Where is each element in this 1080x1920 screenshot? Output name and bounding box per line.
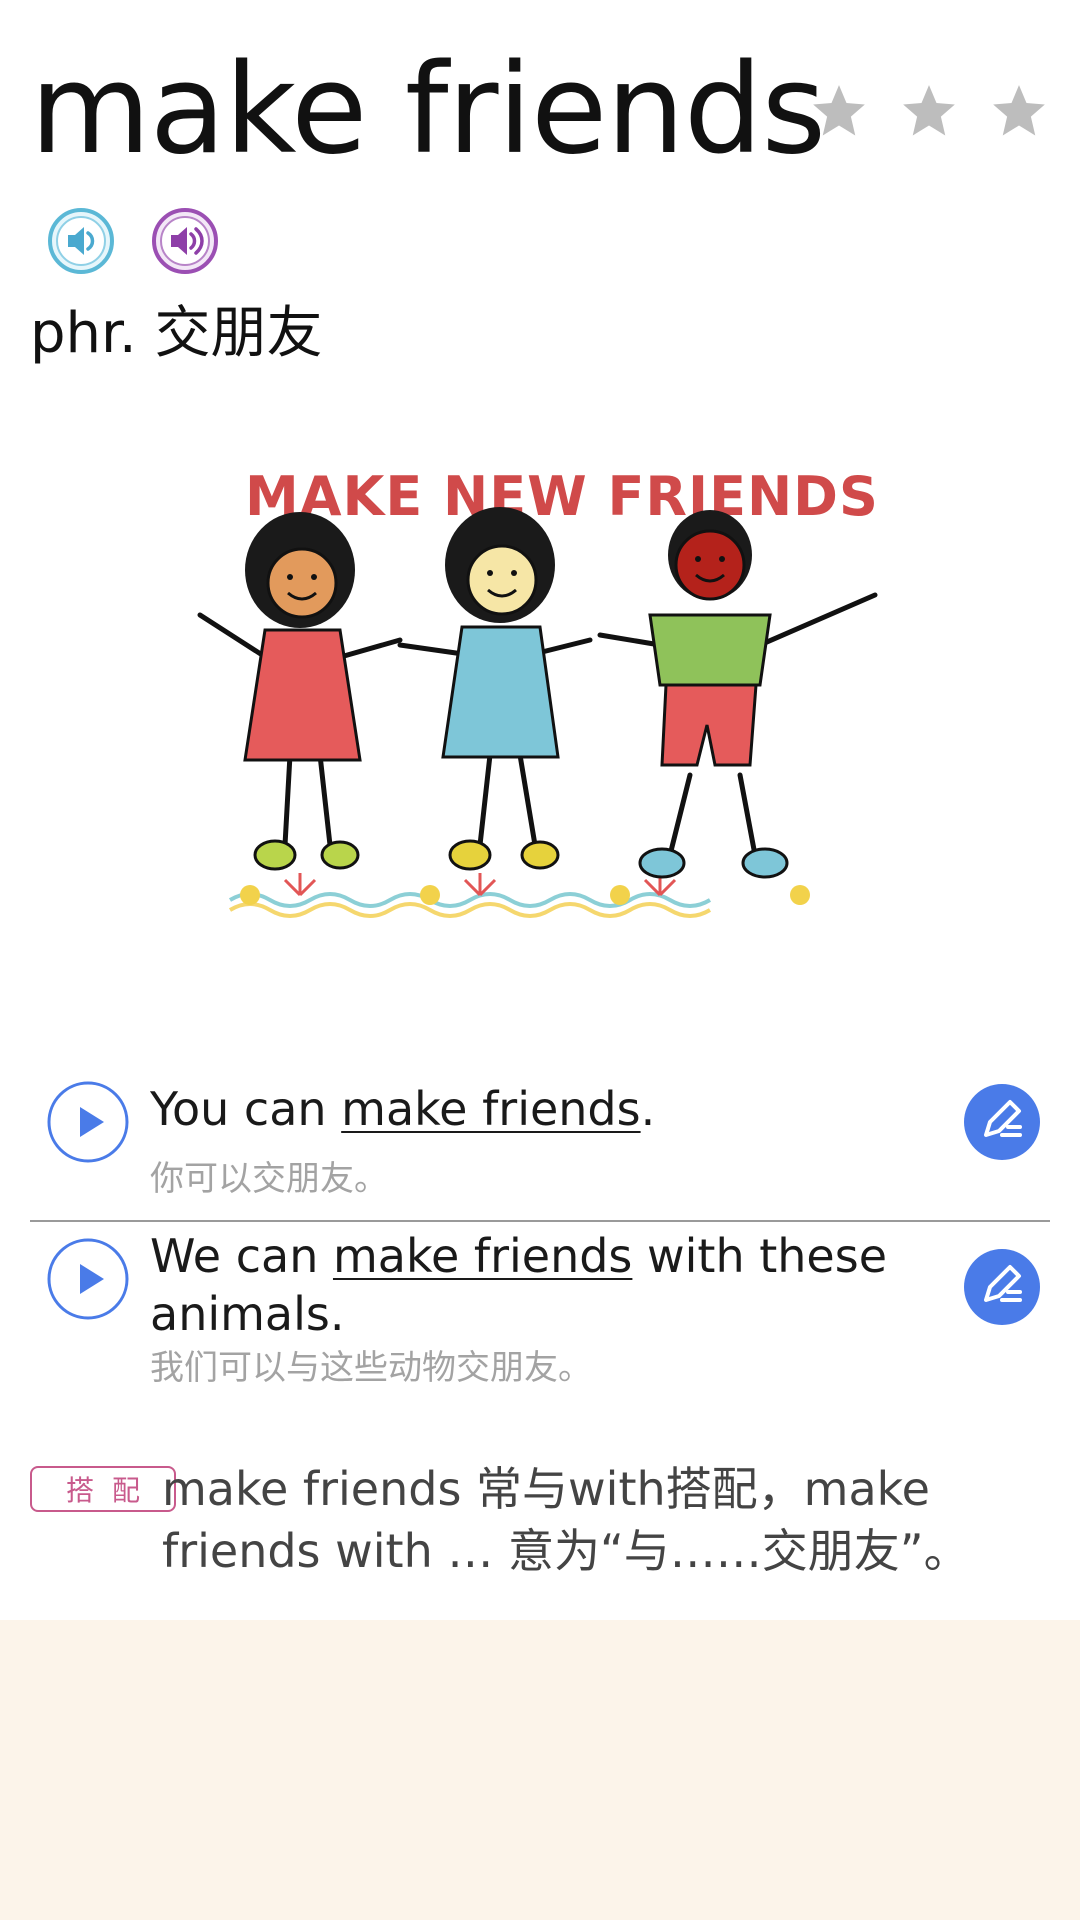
example-text: You can make friends. (150, 1080, 930, 1138)
pronunciation-row (46, 206, 220, 276)
example-text: We can make friends with these animals. (150, 1227, 930, 1343)
divider (30, 1220, 1050, 1222)
chinese-meaning: 交朋友 (154, 301, 323, 366)
collocation-note: 搭配 make friends 常与with搭配，make friends wi… (30, 1458, 1050, 1578)
edit-note-icon[interactable] (962, 1247, 1042, 1327)
illustration-make-new-friends: MAKE NEW FRIENDS (197, 465, 879, 918)
example-text-before: You can (150, 1082, 342, 1136)
example-sentence-2: We can make friends with these animals. … (30, 1225, 1050, 1395)
star-rating[interactable] (808, 80, 1050, 142)
word-header: make friends (30, 40, 1050, 180)
play-icon[interactable] (46, 1080, 130, 1164)
example-keyword: make friends (332, 1229, 633, 1283)
example-text-after: . (640, 1082, 656, 1136)
star-icon[interactable] (898, 80, 960, 142)
example-translation: 我们可以与这些动物交朋友。 (150, 1348, 592, 1388)
speaker-icon-purple[interactable] (150, 206, 220, 276)
play-icon[interactable] (46, 1237, 130, 1321)
illustration-caption: MAKE NEW FRIENDS (245, 465, 879, 528)
collocation-tag: 搭配 (30, 1466, 176, 1512)
definition-line: phr. 交朋友 (30, 298, 323, 370)
footer-area (0, 1620, 1080, 1920)
part-of-speech: phr. (30, 301, 137, 366)
edit-note-icon[interactable] (962, 1082, 1042, 1162)
speaker-icon-blue[interactable] (46, 206, 116, 276)
example-translation: 你可以交朋友。 (150, 1159, 388, 1199)
example-keyword: make friends (341, 1082, 641, 1136)
example-text-before: We can (150, 1229, 333, 1283)
star-icon[interactable] (988, 80, 1050, 142)
word-title: make friends (30, 38, 826, 182)
collocation-text: make friends 常与with搭配，make friends with … (162, 1462, 970, 1578)
example-sentence-1: You can make friends. 你可以交朋友。 (30, 1070, 1050, 1220)
star-icon[interactable] (808, 80, 870, 142)
